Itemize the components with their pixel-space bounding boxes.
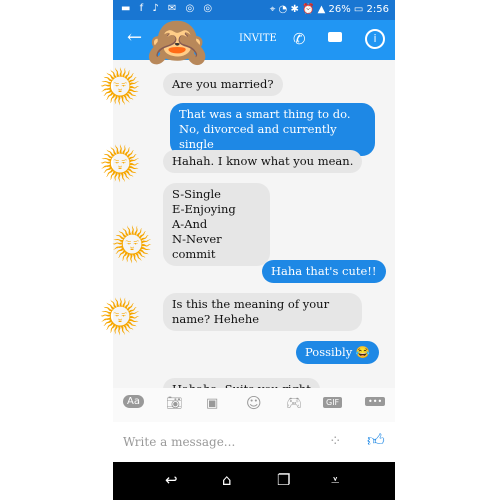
back-icon[interactable]: ↩ (165, 471, 178, 489)
recents-icon[interactable]: ❐ (277, 471, 290, 489)
info-icon[interactable]: i (365, 29, 385, 49)
message-bubble: Is this the meaning of your name? Hehehe (163, 293, 362, 331)
message-input[interactable]: Write a message... (123, 435, 235, 449)
message-bubble: Are you married? (163, 73, 283, 96)
message-bubble: That was a smart thing to do. No, divorc… (170, 103, 375, 156)
phone-screen: ▬ f ♪ ✉ ◎ ◎ ⌖ ◔ ✱ ⏰ ▲ 26% ▭ 2:56 ← INVIT… (113, 0, 395, 500)
message-list[interactable]: Are you married? That was a smart thing … (113, 60, 395, 388)
back-arrow-icon[interactable]: ← (127, 27, 142, 48)
message-bubble: Possibly 😂 (296, 341, 380, 364)
stickers-icon[interactable]: ⁘ (329, 432, 342, 450)
game-icon[interactable]: 🎮︎ (286, 396, 303, 411)
emoji-icon[interactable]: ☺ (246, 394, 262, 412)
message-bubble: Hahah. I know what you mean. (163, 150, 363, 173)
thumbs-up-icon[interactable]: 👍︎ (367, 430, 385, 451)
more-icon[interactable]: ••• (365, 397, 386, 406)
sun-avatar-icon: 🌞︎ (100, 62, 140, 108)
phone-call-icon[interactable]: ✆ (293, 30, 306, 48)
home-icon[interactable]: ⌂ (222, 471, 232, 489)
image-icon[interactable]: ▣ (206, 396, 218, 411)
text-format-button[interactable]: Aa (123, 395, 144, 408)
composer-toolbar: Aa 📷︎ ▣ ☺ 🎮︎ GIF ••• (113, 388, 395, 422)
invite-button[interactable]: INVITE (239, 33, 277, 44)
gif-button[interactable]: GIF (323, 397, 343, 408)
sun-avatar-icon: 🌞︎ (112, 220, 152, 266)
sun-avatar-icon: 🌞︎ (100, 139, 140, 185)
message-bubble: Hahaha. Suits you right (163, 378, 320, 388)
composer: Write a message... ⁘ 👍︎ (113, 422, 395, 462)
video-call-icon[interactable] (328, 32, 342, 42)
status-icons: ⌖ ◔ ✱ ⏰ ▲ 26% ▭ 2:56 (269, 4, 389, 15)
dropdown-icon[interactable]: ⩡ (331, 471, 339, 489)
sun-avatar-icon: 🌞︎ (100, 292, 140, 338)
message-bubble: Haha that's cute!! (262, 260, 386, 283)
camera-icon[interactable]: 📷︎ (166, 396, 183, 411)
message-bubble: S-Single E-Enjoying A-And N-Never commit (163, 183, 270, 266)
android-nav-bar: ↩ ⌂ ❐ ⩡ (113, 462, 395, 500)
